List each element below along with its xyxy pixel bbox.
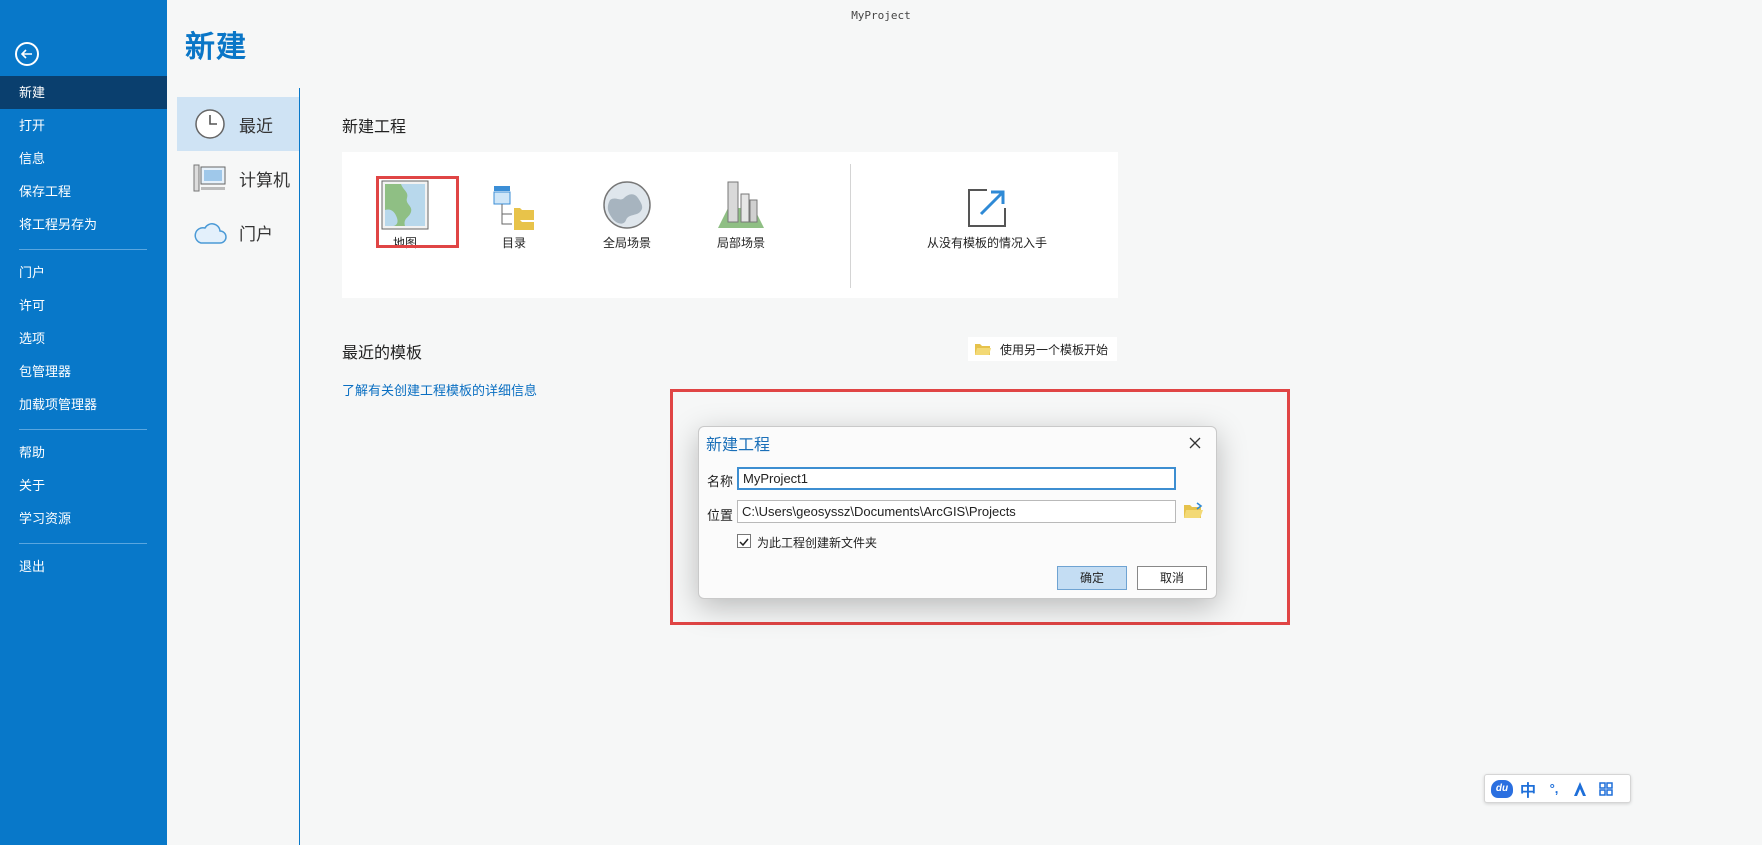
rail-item-portal[interactable]: 门户 [0,256,167,289]
local-scene-icon [696,176,786,230]
chinese-mode-toggle[interactable]: 中 [1515,777,1541,801]
rail-divider [19,429,147,430]
project-name-input[interactable] [737,467,1176,490]
create-folder-label: 为此工程创建新文件夹 [757,536,878,550]
template-global-scene[interactable]: 全局场景 [582,176,672,251]
template-label: 局部场景 [716,236,765,250]
template-local-scene[interactable]: 局部场景 [696,176,786,251]
project-location-input[interactable] [737,500,1176,523]
rail-item-save-project[interactable]: 保存工程 [0,175,167,208]
ime-logo: du [1491,779,1513,798]
globe-icon [582,176,672,230]
subnav-label: 最近 [239,116,273,136]
rail-item-learning-resources[interactable]: 学习资源 [0,502,167,535]
ime-logo-button[interactable]: du [1489,777,1515,801]
rail-item-about[interactable]: 关于 [0,469,167,502]
create-folder-checkbox[interactable] [737,534,751,548]
template-label: 目录 [501,236,526,250]
close-icon [1189,437,1201,449]
subnav-item-portal[interactable]: 门户 [177,205,299,259]
template-divider [850,164,851,288]
start-with-another-template-button[interactable]: 使用另一个模板开始 [968,337,1117,361]
cancel-button[interactable]: 取消 [1137,566,1207,590]
window-title: MyProject [851,9,911,22]
rail-item-info[interactable]: 信息 [0,142,167,175]
skin-icon[interactable] [1567,777,1593,801]
ime-toolbar: du 中 °, [1484,774,1631,803]
dialog-title: 新建工程 [706,437,771,454]
new-project-section-title: 新建工程 [342,119,407,136]
page-title: 新建 [185,31,247,64]
template-label: 从没有模板的情况入手 [926,236,1047,250]
punctuation-toggle[interactable]: °, [1541,777,1567,801]
back-button[interactable] [15,42,39,66]
template-catalog[interactable]: 目录 [469,176,559,251]
rail-item-help[interactable]: 帮助 [0,436,167,469]
new-project-dialog: 新建工程 名称 位置 为此工程创建新文件夹 确定 取消 [698,426,1217,599]
folder-open-icon [974,342,992,356]
backstage-rail: 新建 打开 信息 保存工程 将工程另存为 门户 许可 选项 包管理器 加载项管理… [0,0,167,845]
name-label: 名称 [707,474,734,489]
rail-item-save-as[interactable]: 将工程另存为 [0,208,167,241]
ok-button[interactable]: 确定 [1057,566,1127,590]
checkmark-icon [739,538,749,547]
external-arrow-icon [912,176,1062,230]
rail-item-addin-manager[interactable]: 加载项管理器 [0,388,167,421]
template-panel: 地图 目录 全局场景 局部场景 从没有模板的情况入手 [342,152,1118,298]
start-with-another-template-label: 使用另一个模板开始 [1000,342,1109,357]
template-map[interactable]: 地图 [360,176,450,251]
rail-divider [19,543,147,544]
toolbox-icon[interactable] [1593,777,1619,801]
map-icon [360,176,450,230]
rail-item-exit[interactable]: 退出 [0,550,167,583]
rail-item-open[interactable]: 打开 [0,109,167,142]
location-label: 位置 [707,508,734,523]
rail-item-package-manager[interactable]: 包管理器 [0,355,167,388]
rail-divider [19,249,147,250]
rail-item-license[interactable]: 许可 [0,289,167,322]
template-label: 地图 [392,236,417,250]
cloud-icon [191,213,229,251]
clock-icon [191,105,229,143]
rail-item-new[interactable]: 新建 [0,76,167,109]
browse-folder-icon[interactable] [1183,502,1205,520]
subnav-label: 计算机 [239,170,290,190]
subnav-item-computer[interactable]: 计算机 [177,151,299,205]
learn-more-link[interactable]: 了解有关创建工程模板的详细信息 [342,380,537,399]
template-label: 全局场景 [602,236,651,250]
start-without-template[interactable]: 从没有模板的情况入手 [912,176,1062,251]
computer-icon [191,159,229,197]
close-button[interactable] [1185,433,1205,453]
recent-templates-title: 最近的模板 [342,345,423,362]
subnav-label: 门户 [239,224,273,244]
catalog-icon [469,176,559,230]
back-arrow-icon [20,49,32,59]
rail-item-options[interactable]: 选项 [0,322,167,355]
subnav-divider [299,88,300,845]
subnav-item-recent[interactable]: 最近 [177,97,299,151]
